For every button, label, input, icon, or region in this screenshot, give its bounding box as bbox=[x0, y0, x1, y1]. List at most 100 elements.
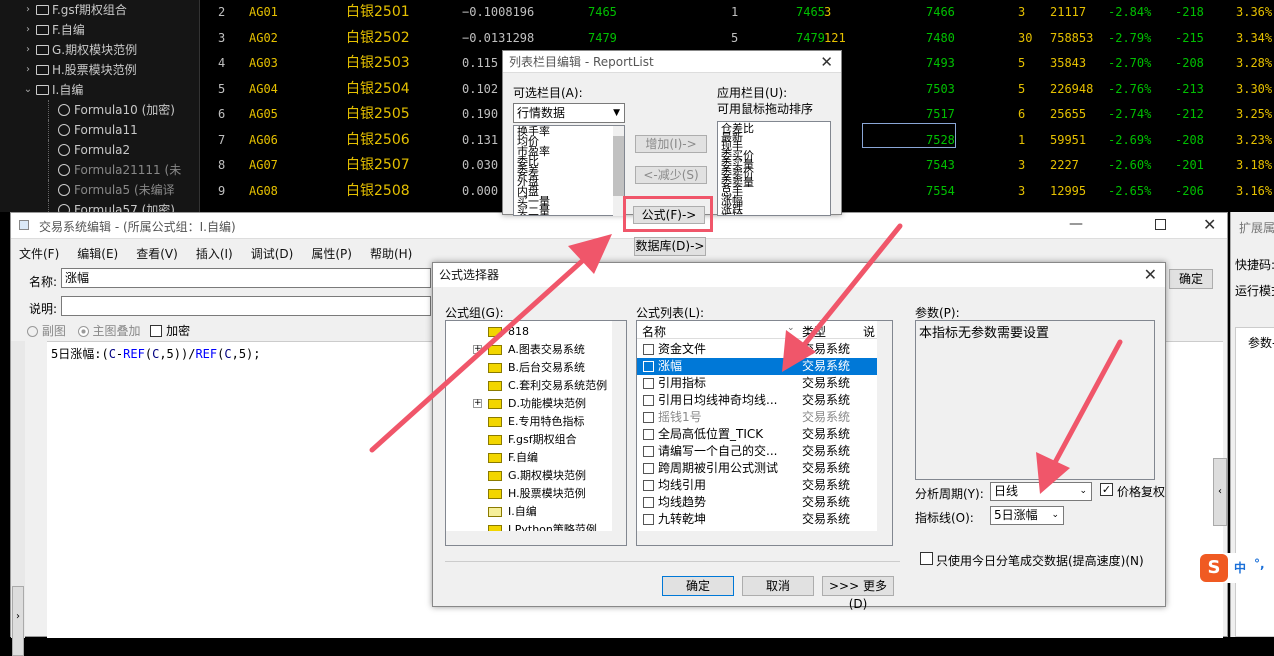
table-row[interactable]: 2 AG01 白银2501 −0.1008196 7465 1 7465 3 7466 3 2111… bbox=[200, 0, 1274, 26]
radio-main[interactable] bbox=[77, 326, 89, 337]
tree-item[interactable]: › H.股票模块范例 bbox=[0, 60, 200, 80]
database-button[interactable]: 数据库(D)-> bbox=[634, 237, 706, 256]
expand-left-handle[interactable]: › bbox=[12, 586, 24, 656]
horizontal-scrollbar[interactable] bbox=[446, 531, 626, 545]
available-label: 可选栏目(A): bbox=[513, 86, 583, 100]
tree-item[interactable]: › F.自编 bbox=[0, 20, 200, 40]
cell-amp: 3.16% bbox=[1236, 183, 1273, 198]
formula-row[interactable]: 资金文件 交易系统 bbox=[637, 341, 877, 358]
tree-item[interactable]: Formula5 (未编译 bbox=[0, 180, 200, 200]
menu-item[interactable]: 查看(V) bbox=[136, 247, 178, 261]
index-select[interactable]: 5日涨幅 ⌄ bbox=[990, 506, 1064, 525]
tree-item-label: Formula11 bbox=[58, 120, 138, 140]
cell-c5: 1 bbox=[731, 5, 739, 19]
maximize-icon[interactable] bbox=[1155, 219, 1166, 230]
category-select[interactable]: 行情数据 ▼ bbox=[513, 103, 625, 123]
chevron-icon[interactable]: ⌄ bbox=[22, 80, 34, 100]
formula-list[interactable]: 名称 ⌄ 类型 说 资金文件 交易系统 涨幅 交易系统 引用指标 交易系统 引用日均线神奇均… bbox=[636, 320, 893, 546]
menu-item[interactable]: 编辑(E) bbox=[77, 247, 118, 261]
restore-checkbox[interactable]: ✓ bbox=[1100, 483, 1113, 496]
expand-right-handle[interactable]: ‹ bbox=[1213, 458, 1227, 526]
add-column-button[interactable]: 增加(I)-> bbox=[635, 135, 707, 153]
cell-amp: 3.18% bbox=[1236, 158, 1273, 172]
remove-column-button[interactable]: <-减少(S) bbox=[635, 166, 707, 184]
formula-row[interactable]: 均线引用 交易系统 bbox=[637, 477, 877, 494]
tree-item[interactable]: B.后台交易系统 bbox=[446, 359, 616, 377]
name-input[interactable]: 涨幅 bbox=[61, 268, 431, 288]
param-label: 参数(P): bbox=[915, 306, 960, 320]
today-only-checkbox[interactable] bbox=[920, 552, 933, 565]
tree-item[interactable]: Formula11 bbox=[0, 120, 200, 140]
menu-item[interactable]: 插入(I) bbox=[196, 247, 233, 261]
menu-item[interactable]: 调试(D) bbox=[251, 247, 294, 261]
tree-item[interactable]: › G.期权模块范例 bbox=[0, 40, 200, 60]
scrollbar[interactable] bbox=[877, 321, 892, 531]
col-name[interactable]: 名称 bbox=[642, 323, 666, 340]
cell-name: 白银2503 bbox=[346, 55, 410, 71]
sogou-icon: S bbox=[1200, 554, 1228, 582]
formula-row[interactable]: 跨周期被引用公式测试 交易系统 bbox=[637, 460, 877, 477]
tree-item[interactable]: + A.图表交易系统 bbox=[446, 341, 616, 359]
col-desc[interactable]: 说 bbox=[863, 323, 875, 340]
period-select[interactable]: 日线 ⌄ bbox=[990, 482, 1092, 501]
tree-item[interactable]: C.套利交易系统范例 bbox=[446, 377, 616, 395]
confirm-button[interactable]: 确定 bbox=[1169, 269, 1213, 289]
menu-item[interactable]: 帮助(H) bbox=[370, 247, 412, 261]
chevron-icon[interactable]: › bbox=[22, 40, 34, 60]
ok-button[interactable]: 确定 bbox=[662, 576, 734, 596]
close-icon[interactable]: ✕ bbox=[1203, 215, 1216, 234]
horizontal-scrollbar[interactable] bbox=[637, 531, 892, 545]
available-columns-list[interactable]: 换手率均价市盈率委比委差外盘内盘买一量买二量买三量买四量 bbox=[513, 125, 625, 216]
cell-chg: -201 bbox=[1175, 158, 1204, 172]
formula-row[interactable]: 摇钱1号 交易系统 bbox=[637, 409, 877, 426]
tree-item[interactable]: E.专用特色指标 bbox=[446, 413, 616, 431]
expand-icon[interactable]: + bbox=[473, 345, 482, 354]
reportlist-titlebar: 列表栏目编辑 - ReportList ✕ bbox=[503, 51, 841, 73]
cancel-button[interactable]: 取消 bbox=[742, 576, 814, 596]
tree-item[interactable]: + D.功能模块范例 bbox=[446, 395, 616, 413]
tree-item[interactable]: › F.gsf期权组合 bbox=[0, 0, 200, 20]
formula-row[interactable]: 引用日均线神奇均线... 交易系统 bbox=[637, 392, 877, 409]
formula-icon bbox=[58, 164, 70, 176]
close-icon[interactable]: ✕ bbox=[1144, 263, 1157, 287]
tree-item[interactable]: H.股票模块范例 bbox=[446, 485, 616, 503]
col-type[interactable]: 类型 bbox=[802, 323, 826, 340]
tree-item[interactable]: I.自编 bbox=[446, 503, 616, 521]
applied-columns-list[interactable]: 仓差比最新现手委买价委买量委卖价委卖量总手涨幅涨跌振幅持仓量 bbox=[717, 121, 831, 216]
menu-item[interactable]: 文件(F) bbox=[19, 247, 59, 261]
close-icon[interactable]: ✕ bbox=[820, 51, 833, 73]
tree-item[interactable]: ⌄ I.自编 bbox=[0, 80, 200, 100]
encrypt-checkbox[interactable] bbox=[150, 325, 163, 337]
table-row[interactable]: 3 AG02 白银2502 −0.0131298 7479 5 7479 121 7480 30 7… bbox=[200, 26, 1274, 52]
chevron-icon[interactable]: › bbox=[22, 20, 34, 40]
list-item[interactable]: 振幅 bbox=[721, 213, 827, 215]
tree-item[interactable]: F.gsf期权组合 bbox=[446, 431, 616, 449]
ime-toolbar[interactable]: S 中 °, bbox=[1200, 553, 1274, 583]
params-grid[interactable]: 参数- bbox=[1235, 327, 1274, 637]
formula-row[interactable]: 全局高低位置_TICK 交易系统 bbox=[637, 426, 877, 443]
formula-group-tree[interactable]: 818 + A.图表交易系统 B.后台交易系统 C.套利交易系统范例 + D.功能模块范例 E… bbox=[445, 320, 627, 546]
chevron-icon[interactable]: › bbox=[22, 0, 34, 20]
formula-row[interactable]: 九转乾坤 交易系统 bbox=[637, 511, 877, 528]
menu-item[interactable]: 属性(P) bbox=[311, 247, 352, 261]
radio-sub[interactable] bbox=[27, 326, 38, 337]
expand-icon[interactable]: + bbox=[473, 399, 482, 408]
formula-row[interactable]: 均线趋势 交易系统 bbox=[637, 494, 877, 511]
chevron-icon[interactable]: › bbox=[22, 60, 34, 80]
minimize-icon[interactable]: — bbox=[1069, 216, 1083, 232]
formula-row[interactable]: 引用指标 交易系统 bbox=[637, 375, 877, 392]
formula-row[interactable]: 涨幅 交易系统 bbox=[637, 358, 877, 375]
tree-item[interactable]: Formula21111 (未 bbox=[0, 160, 200, 180]
cell-v1: −0.1008196 bbox=[462, 5, 535, 19]
more-button[interactable]: >>> 更多(D) bbox=[822, 576, 894, 611]
formula-row[interactable]: 请编写一个自己的交... 交易系统 bbox=[637, 443, 877, 460]
tree-item[interactable]: Formula2 bbox=[0, 140, 200, 160]
tree-item[interactable]: Formula10 (加密) bbox=[0, 100, 200, 120]
desc-input[interactable] bbox=[61, 296, 431, 316]
tree-item[interactable]: F.自编 bbox=[446, 449, 616, 467]
scrollbar[interactable] bbox=[612, 321, 626, 531]
group-label: 公式组(G): bbox=[445, 306, 504, 320]
tree-item[interactable]: 818 bbox=[446, 323, 616, 341]
folder-icon bbox=[488, 489, 502, 499]
tree-item[interactable]: G.期权模块范例 bbox=[446, 467, 616, 485]
